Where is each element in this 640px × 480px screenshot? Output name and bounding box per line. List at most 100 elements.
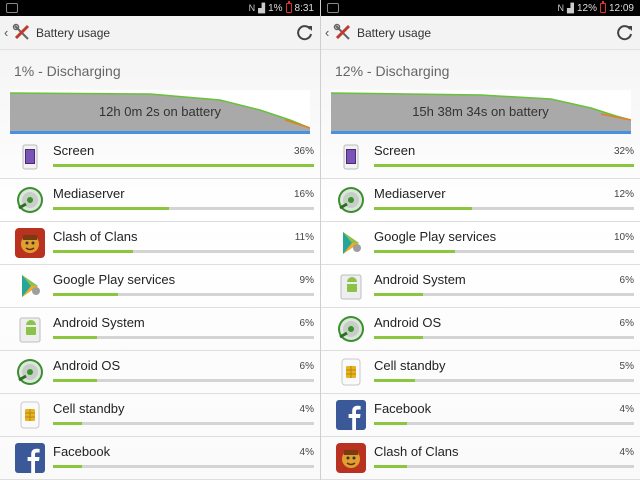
usage-info: Android OS 6% xyxy=(374,313,634,345)
usage-item[interactable]: Cell standby 4% xyxy=(0,394,320,437)
usage-bar-fill xyxy=(53,164,314,167)
mediaserver-icon xyxy=(335,184,367,216)
app-name: Android System xyxy=(53,315,145,330)
usage-bar-fill xyxy=(53,336,97,339)
usage-item[interactable]: Clash of Clans 4% xyxy=(321,437,640,480)
usage-bar-fill xyxy=(53,207,169,210)
battery-icon xyxy=(599,1,606,13)
usage-percent: 16% xyxy=(293,189,314,200)
usage-bar-fill xyxy=(374,465,407,468)
usage-percent: 5% xyxy=(619,361,634,372)
android-system-icon xyxy=(335,270,367,302)
page-title: Battery usage xyxy=(357,25,432,40)
app-name: Clash of Clans xyxy=(374,444,459,459)
android-os-icon xyxy=(335,313,367,345)
usage-info: Cell standby 4% xyxy=(53,399,314,431)
graph-label: 12h 0m 2s on battery xyxy=(98,104,222,119)
usage-percent: 6% xyxy=(299,318,314,329)
app-name: Mediaserver xyxy=(374,186,446,201)
app-name: Facebook xyxy=(374,401,432,416)
nfc-icon: N xyxy=(557,3,565,13)
usage-bar-fill xyxy=(374,250,456,253)
usage-item[interactable]: Google Play services 10% xyxy=(321,222,640,265)
usage-item[interactable]: Facebook 4% xyxy=(0,437,320,480)
usage-info: Facebook 4% xyxy=(53,442,314,474)
facebook-icon xyxy=(14,442,46,474)
usage-bar xyxy=(53,207,314,210)
settings-tools-icon[interactable] xyxy=(333,23,353,43)
usage-item[interactable]: Android System 6% xyxy=(321,265,640,308)
usage-info: Android OS 6% xyxy=(53,356,314,388)
usage-bar xyxy=(53,465,314,468)
battery-percent: 12% xyxy=(576,2,597,14)
usage-percent: 12% xyxy=(613,189,634,200)
battery-graph[interactable]: 15h 38m 34s on battery xyxy=(331,90,631,134)
usage-info: Clash of Clans 4% xyxy=(374,442,634,474)
usage-bar-fill xyxy=(374,293,423,296)
usage-info: Clash of Clans 11% xyxy=(53,227,314,259)
battery-graph[interactable]: 12h 0m 2s on battery xyxy=(10,90,310,134)
cell-standby-icon xyxy=(14,399,46,431)
app-name: Screen xyxy=(53,143,95,158)
notification-icon xyxy=(327,3,339,13)
signal-icon: ▟ xyxy=(258,2,266,13)
usage-item[interactable]: Screen 36% xyxy=(0,136,320,179)
usage-info: Google Play services 9% xyxy=(53,270,314,302)
google-play-services-icon xyxy=(14,270,46,302)
usage-info: Android System 6% xyxy=(53,313,314,345)
clash-of-clans-icon xyxy=(335,442,367,474)
usage-item[interactable]: Cell standby 5% xyxy=(321,351,640,394)
notification-icon xyxy=(6,3,18,13)
usage-bar-fill xyxy=(374,422,407,425)
usage-bar xyxy=(374,379,634,382)
google-play-services-icon xyxy=(335,227,367,259)
usage-percent: 4% xyxy=(299,404,314,415)
usage-item[interactable]: Clash of Clans 11% xyxy=(0,222,320,265)
usage-bar xyxy=(374,293,634,296)
app-name: Google Play services xyxy=(374,229,497,244)
app-name: Facebook xyxy=(53,444,111,459)
usage-item[interactable]: Mediaserver 16% xyxy=(0,179,320,222)
usage-bar xyxy=(374,207,634,210)
usage-bar-fill xyxy=(374,164,634,167)
usage-bar-fill xyxy=(53,250,133,253)
app-name: Google Play services xyxy=(53,272,176,287)
facebook-icon xyxy=(335,399,367,431)
back-icon[interactable]: ‹ xyxy=(325,25,333,40)
app-name: Android System xyxy=(374,272,466,287)
usage-percent: 10% xyxy=(613,232,634,243)
clash-of-clans-icon xyxy=(14,227,46,259)
usage-percent: 32% xyxy=(613,146,634,157)
usage-percent: 4% xyxy=(619,447,634,458)
usage-item[interactable]: Facebook 4% xyxy=(321,394,640,437)
mediaserver-icon xyxy=(14,184,46,216)
signal-icon: ▟ xyxy=(567,2,574,13)
usage-bar xyxy=(53,379,314,382)
usage-info: Android System 6% xyxy=(374,270,634,302)
screen-left: N ▟ 1% 8:31 ‹ Battery usage 1% - Dischar… xyxy=(0,0,320,480)
usage-info: Facebook 4% xyxy=(374,399,634,431)
settings-tools-icon[interactable] xyxy=(12,23,32,43)
usage-bar xyxy=(374,422,634,425)
battery-status: 1% - Discharging xyxy=(14,63,121,79)
usage-percent: 6% xyxy=(619,275,634,286)
usage-bar xyxy=(53,422,314,425)
usage-percent: 11% xyxy=(294,232,314,243)
usage-info: Cell standby 5% xyxy=(374,356,634,388)
usage-item[interactable]: Android OS 6% xyxy=(0,351,320,394)
usage-item[interactable]: Android OS 6% xyxy=(321,308,640,351)
refresh-icon[interactable] xyxy=(294,22,316,44)
usage-percent: 4% xyxy=(619,404,634,415)
usage-item[interactable]: Android System 6% xyxy=(0,308,320,351)
usage-item[interactable]: Google Play services 9% xyxy=(0,265,320,308)
usage-item[interactable]: Screen 32% xyxy=(321,136,640,179)
status-bar: N ▟ 1% 8:31 xyxy=(0,0,320,16)
action-bar: ‹ Battery usage xyxy=(0,16,320,50)
android-os-icon xyxy=(14,356,46,388)
action-bar: ‹ Battery usage xyxy=(321,16,640,50)
clock: 12:09 xyxy=(608,2,634,14)
usage-info: Google Play services 10% xyxy=(374,227,634,259)
refresh-icon[interactable] xyxy=(614,22,636,44)
usage-item[interactable]: Mediaserver 12% xyxy=(321,179,640,222)
back-icon[interactable]: ‹ xyxy=(4,25,12,40)
